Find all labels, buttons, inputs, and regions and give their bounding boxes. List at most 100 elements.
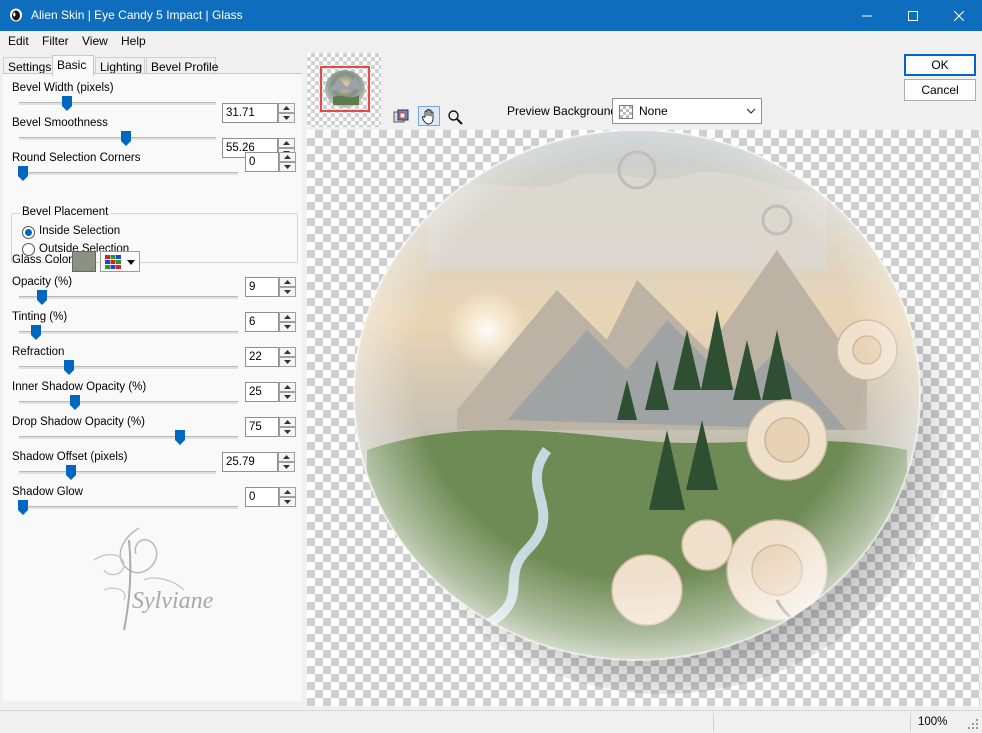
- shadow-offset-slider[interactable]: [19, 471, 216, 474]
- alien-skin-icon: [10, 8, 22, 22]
- bevel-width-input[interactable]: 31.71: [222, 103, 295, 123]
- dropdown-arrow-icon: [127, 260, 135, 265]
- spin-down-icon: [284, 290, 291, 294]
- close-icon: [954, 10, 964, 21]
- ok-button[interactable]: OK: [904, 54, 976, 76]
- watermark-text: Sylviane: [132, 588, 214, 614]
- color-grid-icon: [105, 255, 121, 269]
- inner-shadow-opacity-stepper[interactable]: [279, 382, 296, 402]
- shadow-glow-stepper[interactable]: [279, 487, 296, 507]
- bevel-width-label: Bevel Width (pixels): [12, 82, 114, 94]
- opacity-slider-thumb[interactable]: [37, 290, 47, 305]
- shadow-glow-input[interactable]: 0: [245, 487, 296, 507]
- round-corners-input[interactable]: 0: [245, 152, 296, 172]
- spin-up-icon: [283, 455, 290, 459]
- tab-basic[interactable]: Basic: [52, 55, 94, 76]
- hand-tool-button[interactable]: [418, 106, 440, 126]
- status-bar: 100%: [0, 710, 982, 733]
- drop-shadow-opacity-slider-thumb[interactable]: [175, 430, 185, 445]
- bevel-width-slider-thumb[interactable]: [62, 96, 72, 111]
- spin-up-icon: [284, 280, 291, 284]
- resize-grip-icon[interactable]: [967, 718, 979, 730]
- preview-background-select[interactable]: None: [612, 98, 762, 124]
- drop-shadow-opacity-stepper[interactable]: [279, 417, 296, 437]
- spin-up-icon: [284, 420, 291, 424]
- shadow-offset-slider-thumb[interactable]: [66, 465, 76, 480]
- refraction-label: Refraction: [12, 346, 65, 358]
- shadow-offset-input[interactable]: 25.79: [222, 452, 295, 472]
- color-palette-button[interactable]: [100, 251, 140, 272]
- chevron-down-icon: [746, 108, 756, 114]
- opacity-input[interactable]: 9: [245, 277, 296, 297]
- shadow-glow-slider-thumb[interactable]: [18, 500, 28, 515]
- watermark-signature: Sylviane: [93, 527, 214, 631]
- zoom-tool-button[interactable]: [444, 106, 466, 126]
- refraction-slider-thumb[interactable]: [64, 360, 74, 375]
- round-corners-slider[interactable]: [19, 172, 238, 175]
- thumbnail-selection[interactable]: [320, 66, 370, 112]
- tinting-input[interactable]: 6: [245, 312, 296, 332]
- menu-filter[interactable]: Filter: [42, 34, 69, 48]
- minimize-icon: [862, 15, 872, 16]
- refraction-input[interactable]: 22: [245, 347, 296, 367]
- round-corners-label: Round Selection Corners: [12, 152, 141, 164]
- spin-down-icon: [283, 465, 290, 469]
- settings-panel: Settings Basic Lighting Bevel Profile Be…: [0, 53, 302, 703]
- tinting-stepper[interactable]: [279, 312, 296, 332]
- bevel-width-slider[interactable]: [19, 102, 216, 105]
- inner-shadow-opacity-input[interactable]: 25: [245, 382, 296, 402]
- bevel-smoothness-label: Bevel Smoothness: [12, 117, 108, 129]
- round-corners-slider-thumb[interactable]: [18, 166, 28, 181]
- spin-down-icon: [283, 116, 290, 120]
- menu-view[interactable]: View: [82, 34, 108, 48]
- tinting-value: 6: [249, 316, 256, 328]
- bevel-width-value: 31.71: [226, 107, 255, 119]
- cancel-button[interactable]: Cancel: [904, 79, 976, 101]
- opacity-stepper[interactable]: [279, 277, 296, 297]
- tinting-slider[interactable]: [19, 331, 238, 334]
- menu-edit[interactable]: Edit: [8, 34, 29, 48]
- preview-canvas[interactable]: [307, 130, 980, 706]
- shadow-glow-value: 0: [249, 491, 256, 503]
- transparent-swatch-icon: [619, 105, 633, 119]
- drop-shadow-opacity-label: Drop Shadow Opacity (%): [12, 416, 145, 428]
- glass-color-label: Glass Color: [12, 254, 73, 266]
- spin-down-icon: [284, 325, 291, 329]
- tinting-label: Tinting (%): [12, 311, 68, 323]
- spin-up-icon: [284, 155, 291, 159]
- inner-shadow-opacity-slider[interactable]: [19, 401, 238, 404]
- minimize-button[interactable]: [844, 0, 890, 31]
- round-corners-stepper[interactable]: [279, 152, 296, 172]
- refraction-stepper[interactable]: [279, 347, 296, 367]
- bevel-smoothness-slider[interactable]: [19, 137, 216, 140]
- tinting-slider-thumb[interactable]: [31, 325, 41, 340]
- refraction-slider[interactable]: [19, 366, 238, 369]
- glass-color-swatch[interactable]: [72, 251, 96, 272]
- inner-shadow-opacity-slider-thumb[interactable]: [70, 395, 80, 410]
- opacity-slider[interactable]: [19, 296, 238, 299]
- close-button[interactable]: [936, 0, 982, 31]
- drop-shadow-opacity-input[interactable]: 75: [245, 417, 296, 437]
- spin-up-icon: [284, 350, 291, 354]
- zoom-level: 100%: [918, 716, 948, 728]
- spin-up-icon: [283, 106, 290, 110]
- preview-background-label: Preview Background:: [507, 104, 621, 118]
- maximize-icon: [908, 10, 918, 21]
- drop-shadow-opacity-slider[interactable]: [19, 436, 238, 439]
- inside-selection-label[interactable]: Inside Selection: [39, 225, 120, 237]
- bevel-smoothness-slider-thumb[interactable]: [121, 131, 131, 146]
- spin-down-icon: [284, 500, 291, 504]
- shadow-glow-slider[interactable]: [19, 506, 238, 509]
- navigator-thumbnail[interactable]: [307, 53, 381, 127]
- shadow-offset-stepper[interactable]: [278, 452, 295, 472]
- menu-help[interactable]: Help: [121, 34, 146, 48]
- navigate-button[interactable]: [390, 106, 412, 126]
- opacity-value: 9: [249, 281, 256, 293]
- drop-shadow-opacity-value: 75: [249, 421, 262, 433]
- shadow-offset-value: 25.79: [226, 456, 255, 468]
- bevel-width-stepper[interactable]: [278, 103, 295, 123]
- hand-icon: [421, 109, 434, 125]
- status-separator: [910, 713, 911, 731]
- inside-selection-radio[interactable]: [22, 226, 35, 239]
- maximize-button[interactable]: [890, 0, 936, 31]
